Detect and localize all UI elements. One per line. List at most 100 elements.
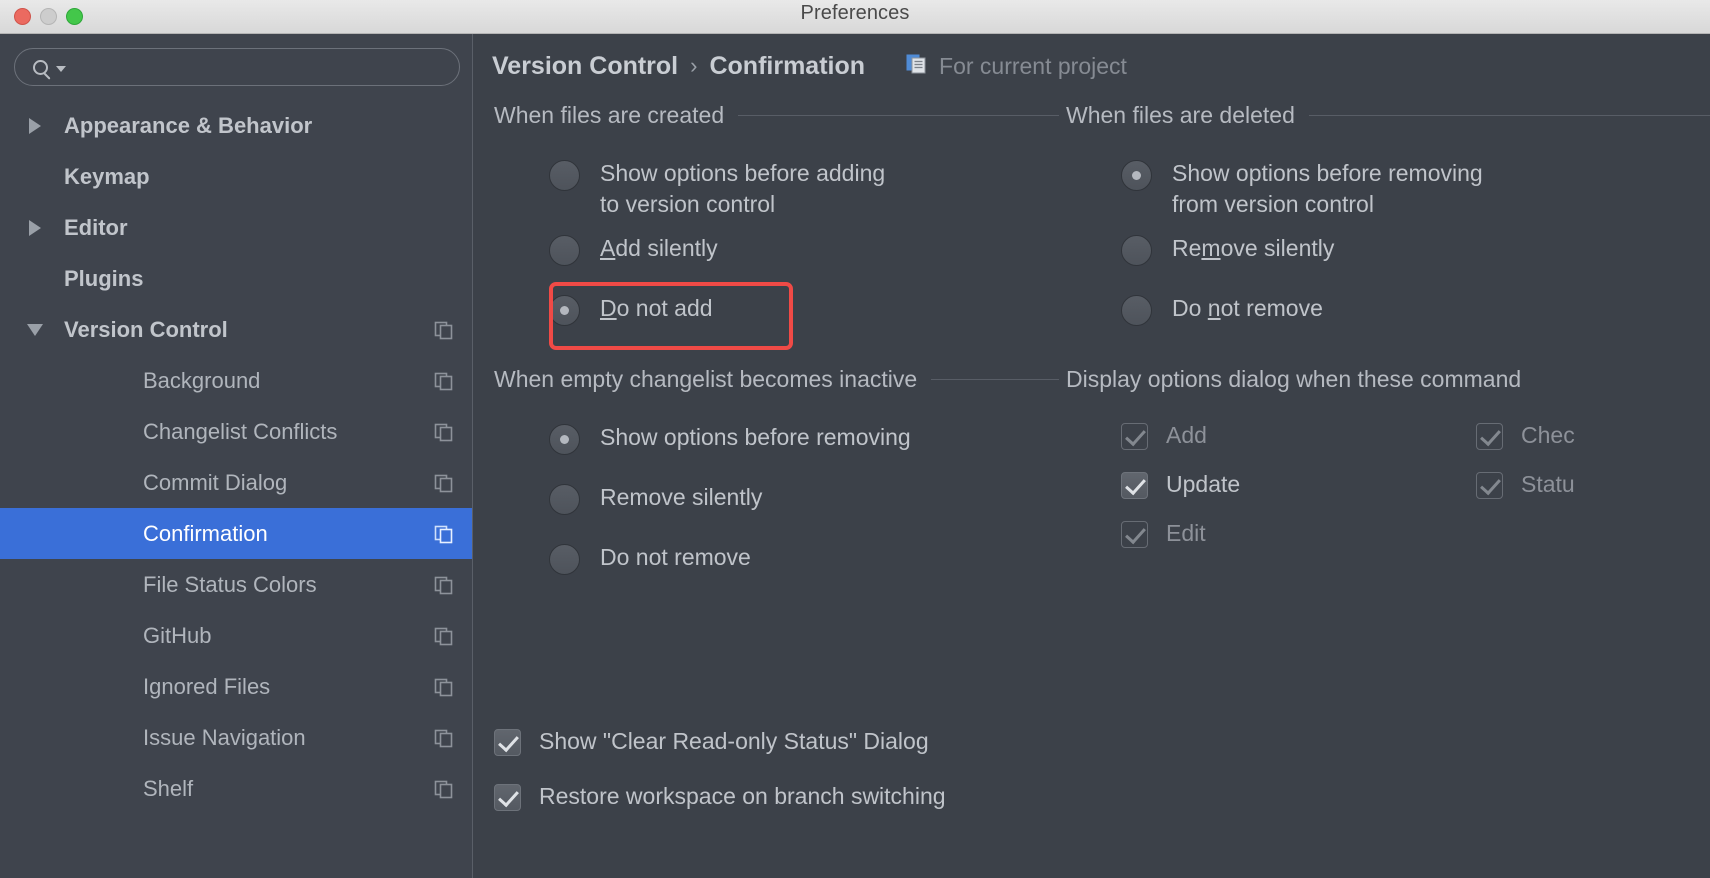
group-title: When empty changelist becomes inactive [494,365,918,392]
checkbox-option: Statu [1476,469,1575,500]
group-divider [931,378,1059,380]
project-scope-icon [434,575,454,595]
radio-option[interactable]: Do not remove [494,542,1059,589]
sidebar-item-label: Version Control [64,316,228,342]
radio-option[interactable]: Add silently [494,233,1059,280]
radio-button[interactable] [1121,160,1152,191]
chevron-down-icon[interactable] [20,323,50,336]
checkbox-option[interactable]: Show "Clear Read-only Status" Dialog [494,726,1594,757]
settings-tree: Appearance & Behavior Keymap Editor Plugins… [0,100,472,814]
sidebar-item-commit-dialog[interactable]: Commit Dialog [0,457,472,508]
sidebar-item-label: Plugins [64,265,144,291]
radio-button[interactable] [549,424,580,455]
checkbox-label: Edit [1166,520,1206,546]
window-titlebar: Preferences [0,0,1710,34]
project-scope-icon [434,779,454,799]
radio-option[interactable]: Show options before removing from version… [1066,158,1710,220]
checkbox-option[interactable]: Restore workspace on branch switching [494,781,1594,812]
project-scope-icon [434,422,454,442]
radio-option-label: Remove silently [1172,235,1335,261]
chevron-right-icon[interactable] [20,219,50,236]
project-scope-icon [434,728,454,748]
radio-option-label: Do not remove [600,544,751,570]
breadcrumb-current: Confirmation [709,51,866,80]
sidebar-item-background[interactable]: Background [0,355,472,406]
sidebar-item-label: Ignored Files [143,673,271,699]
settings-main-panel: Version Control › Confirmation For curre… [474,34,1710,878]
preferences-window: Preferences Appearance & Behavior Keymap E… [0,0,1710,878]
sidebar-item-label: Issue Navigation [143,724,306,750]
checkbox[interactable] [1121,472,1148,499]
bottom-checkbox-list: Show "Clear Read-only Status" Dialog Rest… [494,726,1594,836]
checkbox-option: Chec [1476,420,1575,451]
checkbox-label: Statu [1521,471,1575,497]
radio-option[interactable]: Show options before adding to version con… [494,158,1059,220]
radio-button[interactable] [549,235,580,266]
radio-option-label: Show options before removing [600,424,911,450]
radio-button[interactable] [549,544,580,575]
radio-button[interactable] [1121,295,1152,326]
radio-option[interactable]: Show options before removing [494,422,1059,469]
sidebar-item-version-control[interactable]: Version Control [0,304,472,355]
breadcrumb: Version Control › Confirmation For curre… [474,34,1710,80]
sidebar-item-label: Keymap [64,163,150,189]
checkbox [1121,521,1148,548]
radio-group-files-created: Show options before adding to version con… [494,158,1059,350]
chevron-right-icon[interactable] [20,117,50,134]
radio-button[interactable] [549,160,580,191]
caret-down-icon[interactable] [56,66,66,72]
search-input[interactable] [66,58,459,76]
radio-option[interactable]: Remove silently [1066,233,1710,280]
sidebar-item-confirmation[interactable]: Confirmation [0,508,472,559]
radio-group-files-deleted: Show options before removing from version… [1066,158,1710,340]
command-column-2: Chec Statu [1476,420,1575,518]
radio-button[interactable] [549,295,580,326]
sidebar-item-changelist-conflicts[interactable]: Changelist Conflicts [0,406,472,457]
project-scope-icon [434,626,454,646]
sidebar-item-label: GitHub [143,622,212,648]
breadcrumb-parent[interactable]: Version Control [492,52,678,81]
group-display-options-header: Display options dialog when these comman… [1066,364,1710,394]
project-scope-icon [434,473,454,493]
window-title: Preferences [800,2,910,24]
sidebar-item-plugins[interactable]: Plugins [0,253,472,304]
right-column: When files are deleted Show options befo… [1066,100,1710,567]
group-divider [738,114,1059,116]
sidebar-item-appearance-behavior[interactable]: Appearance & Behavior [0,100,472,151]
sidebar-item-keymap[interactable]: Keymap [0,151,472,202]
sidebar-item-issue-navigation[interactable]: Issue Navigation [0,712,472,763]
radio-option[interactable]: Do not add [494,293,1059,340]
radio-button[interactable] [549,484,580,515]
group-files-created-header: When files are created [494,100,1059,130]
checkbox [1121,423,1148,450]
group-title: When files are created [494,101,725,128]
checkbox-label: Restore workspace on branch switching [539,783,946,809]
sidebar-item-ignored-files[interactable]: Ignored Files [0,661,472,712]
sidebar-item-file-status-colors[interactable]: File Status Colors [0,559,472,610]
sidebar-item-editor[interactable]: Editor [0,202,472,253]
sidebar-item-label: Commit Dialog [143,469,288,495]
left-column: When files are created Show options befo… [494,100,1059,602]
radio-option[interactable]: Do not remove [1066,293,1710,340]
command-checkbox-grid: Add Update Edit Chec Statu [1066,420,1710,549]
checkbox[interactable] [494,729,521,756]
sidebar-item-github[interactable]: GitHub [0,610,472,661]
sidebar-item-shelf[interactable]: Shelf [0,763,472,814]
radio-option[interactable]: Remove silently [494,482,1059,529]
for-current-project: For current project [905,52,1127,81]
search-icon[interactable] [33,59,66,75]
radio-option-label: Add silently [600,235,718,261]
search-box[interactable] [14,48,460,86]
sidebar-item-label: File Status Colors [143,571,317,597]
sidebar-item-label: Confirmation [143,520,268,546]
radio-button[interactable] [1121,235,1152,266]
group-title: When files are deleted [1066,101,1295,128]
checkbox-option: Add [1121,420,1710,451]
checkbox-option[interactable]: Update [1121,469,1710,500]
checkbox[interactable] [494,784,521,811]
checkbox-label: Show "Clear Read-only Status" Dialog [539,728,929,754]
radio-group-empty-changelist: Show options before removing Remove silen… [494,422,1059,589]
project-scope-icon [434,677,454,697]
project-scope-icon [434,320,454,340]
checkbox [1476,472,1503,499]
